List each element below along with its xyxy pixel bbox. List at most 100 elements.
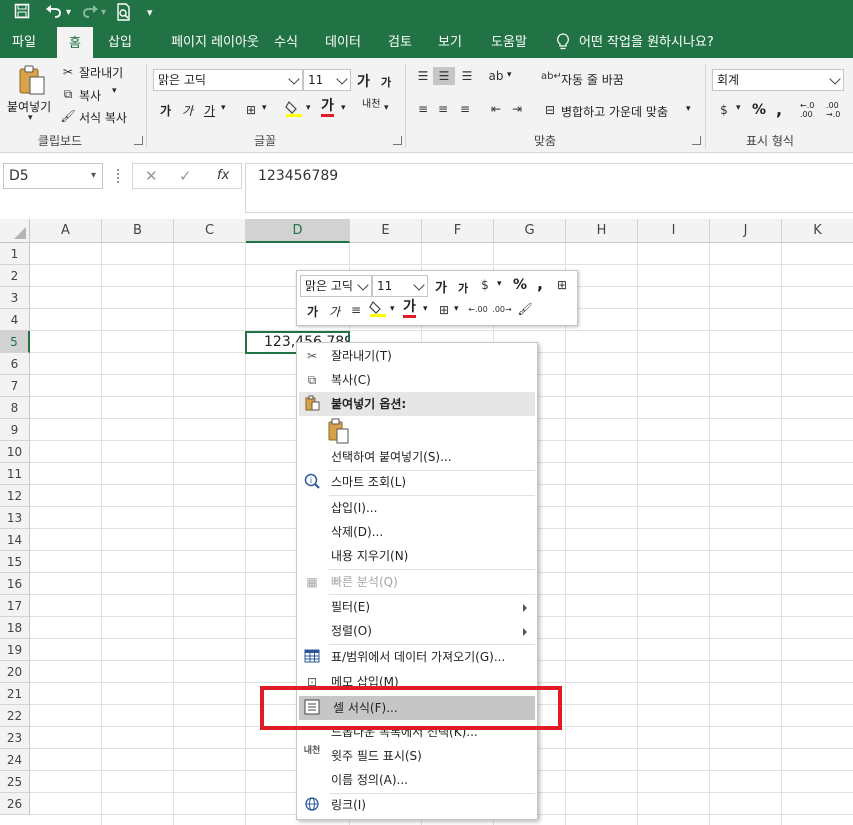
align-middle-icon[interactable]: ☰ [433, 67, 455, 85]
menu-item-smart-lookup[interactable]: i 스마트 조회(L) [297, 470, 537, 494]
row-header-4[interactable]: 4 [0, 309, 30, 331]
row-header-24[interactable]: 24 [0, 749, 30, 771]
merge-center-icon[interactable]: ⊟ [541, 101, 559, 119]
row-header-22[interactable]: 22 [0, 705, 30, 727]
fill-color-icon[interactable] [284, 99, 304, 122]
tab-formulas[interactable]: 수식 [266, 27, 306, 58]
row-header-13[interactable]: 13 [0, 507, 30, 529]
row-header-6[interactable]: 6 [0, 353, 30, 375]
mini-format-table-icon[interactable]: ⊞ [553, 276, 571, 294]
row-header-5[interactable]: 5 [0, 331, 30, 353]
underline-dropdown-icon[interactable]: ▾ [221, 103, 226, 113]
align-top-icon[interactable]: ☰ [413, 67, 433, 85]
row-header-1[interactable]: 1 [0, 243, 30, 265]
tab-page-layout[interactable]: 페이지 레이아웃 [150, 27, 280, 58]
cut-icon[interactable]: ✂ [60, 63, 76, 81]
alignment-launcher-icon[interactable] [692, 136, 701, 145]
mini-border-icon[interactable]: ⊞ [435, 301, 453, 319]
paste-icon[interactable] [15, 64, 49, 98]
grow-font-button[interactable]: 가 [357, 71, 370, 91]
menu-item-sort[interactable]: 정렬(O) [297, 619, 537, 643]
increase-decimal-button[interactable]: ←.0 .00 [800, 101, 820, 119]
column-header-b[interactable]: B [102, 219, 174, 243]
tab-data[interactable]: 데이터 [318, 27, 368, 58]
row-header-19[interactable]: 19 [0, 639, 30, 661]
number-format-combo[interactable]: 회계 [712, 69, 844, 91]
tab-review[interactable]: 검토 [380, 27, 420, 58]
copy-icon[interactable]: ⧉ [60, 85, 76, 103]
print-preview-icon[interactable] [116, 3, 132, 26]
column-header-k[interactable]: K [782, 219, 853, 243]
menu-item-get-data-from-table[interactable]: 표/범위에서 데이터 가져오기(G)... [297, 645, 537, 669]
menu-item-copy[interactable]: ⧉ 복사(C) [297, 368, 537, 392]
tab-file[interactable]: 파일 [0, 27, 48, 58]
mini-border-dropdown-icon[interactable]: ▾ [454, 304, 459, 314]
mini-italic-button[interactable]: 가 [329, 303, 340, 320]
tab-insert[interactable]: 삽입 [100, 27, 140, 58]
mini-accounting-format-icon[interactable]: $ [475, 276, 495, 294]
align-bottom-icon[interactable]: ☰ [457, 67, 477, 85]
align-center-icon[interactable]: ≡ [433, 100, 453, 118]
menu-item-show-phonetic[interactable]: 내천 윗주 필드 표시(S) [297, 744, 537, 768]
splitter-handle[interactable] [117, 169, 120, 183]
underline-button[interactable]: 가 [204, 102, 215, 119]
bold-button[interactable]: 가 [160, 102, 171, 119]
row-header-12[interactable]: 12 [0, 485, 30, 507]
mini-increase-decimal-icon[interactable]: ←.00 [467, 301, 489, 319]
mini-font-color-button[interactable]: 가 [403, 299, 416, 318]
tab-view[interactable]: 보기 [430, 27, 470, 58]
row-header-16[interactable]: 16 [0, 573, 30, 595]
mini-shrink-font-button[interactable]: 가 [458, 280, 468, 296]
mini-fill-color-dropdown-icon[interactable]: ▾ [390, 304, 395, 314]
shrink-font-button[interactable]: 가 [381, 74, 391, 90]
row-header-7[interactable]: 7 [0, 375, 30, 397]
name-box-dropdown-icon[interactable]: ▾ [91, 164, 96, 188]
undo-dropdown-icon[interactable]: ▾ [66, 3, 71, 23]
mini-fill-color-icon[interactable] [368, 299, 388, 322]
column-header-i[interactable]: I [638, 219, 710, 243]
row-header-21[interactable]: 21 [0, 683, 30, 705]
orientation-dropdown-icon[interactable]: ▾ [507, 70, 512, 80]
orientation-icon[interactable]: ab [486, 67, 506, 85]
mini-comma-button[interactable]: , [537, 274, 543, 293]
align-right-icon[interactable]: ≡ [455, 100, 475, 118]
column-header-d[interactable]: D [246, 219, 350, 243]
accounting-format-icon[interactable]: $ [714, 101, 734, 119]
merge-center-button[interactable]: 병합하고 가운데 맞춤 [561, 103, 668, 120]
tab-home[interactable]: 홈 [57, 27, 93, 58]
save-icon[interactable] [14, 3, 30, 24]
name-box[interactable]: D5 ▾ [3, 163, 103, 189]
row-header-15[interactable]: 15 [0, 551, 30, 573]
mini-grow-font-button[interactable]: 가 [435, 277, 447, 296]
row-header-8[interactable]: 8 [0, 397, 30, 419]
mini-bold-button[interactable]: 가 [307, 303, 318, 320]
menu-item-insert[interactable]: 삽입(I)... [297, 496, 537, 520]
column-header-a[interactable]: A [30, 219, 102, 243]
percent-button[interactable]: % [752, 102, 766, 118]
decrease-decimal-button[interactable]: .00 →.0 [826, 101, 846, 119]
clipboard-launcher-icon[interactable] [134, 136, 143, 145]
mini-font-size-combo[interactable]: 11 [372, 275, 428, 297]
font-color-button[interactable]: 가 [321, 98, 334, 117]
comma-button[interactable]: , [776, 100, 782, 119]
row-header-2[interactable]: 2 [0, 265, 30, 287]
increase-indent-icon[interactable]: ⇥ [507, 100, 527, 118]
cut-button[interactable]: 잘라내기 [79, 64, 123, 81]
align-left-icon[interactable]: ≡ [413, 100, 433, 118]
column-header-j[interactable]: J [710, 219, 782, 243]
menu-item-paste-special[interactable]: 선택하여 붙여넣기(S)... [297, 445, 537, 469]
tab-help[interactable]: 도움말 [482, 27, 536, 58]
menu-item-link[interactable]: 링크(I) [297, 793, 537, 817]
row-header-17[interactable]: 17 [0, 595, 30, 617]
row-header-18[interactable]: 18 [0, 617, 30, 639]
row-header-3[interactable]: 3 [0, 287, 30, 309]
fill-color-dropdown-icon[interactable]: ▾ [306, 103, 311, 113]
menu-item-define-name[interactable]: 이름 정의(A)... [297, 768, 537, 792]
paste-option-button[interactable] [327, 418, 349, 444]
customize-toolbar-icon[interactable]: ▾ [147, 3, 153, 23]
paste-dropdown-icon[interactable]: ▾ [28, 113, 33, 123]
wrap-text-icon[interactable]: ab↵ [541, 68, 562, 86]
mini-decrease-decimal-icon[interactable]: .00→ [491, 301, 513, 319]
column-header-g[interactable]: G [494, 219, 566, 243]
menu-item-clear-contents[interactable]: 내용 지우기(N) [297, 544, 537, 568]
